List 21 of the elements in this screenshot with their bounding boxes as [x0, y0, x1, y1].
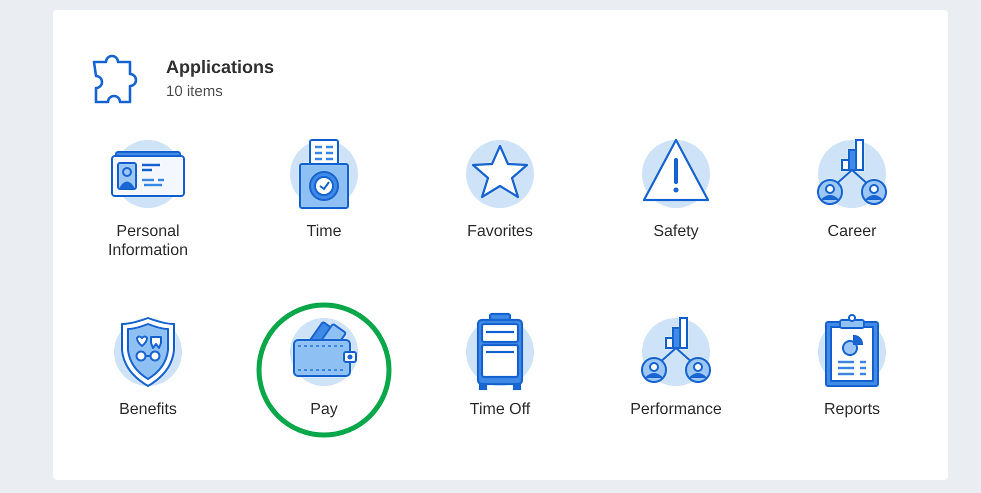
app-label: Personal Information: [106, 222, 190, 260]
app-label: Pay: [309, 400, 339, 419]
app-label: Time Off: [468, 400, 532, 419]
app-label: Time: [306, 222, 342, 241]
item-count: 10 items: [166, 83, 224, 100]
app-label: Career: [826, 222, 878, 241]
app-label: Reports: [822, 400, 882, 419]
app-tile[interactable]: Time Off: [440, 312, 560, 419]
app-tile[interactable]: Safety: [616, 134, 736, 241]
app-label: Benefits: [118, 400, 178, 419]
app-tile[interactable]: Performance: [616, 312, 736, 419]
app-tile[interactable]: Benefits: [88, 312, 208, 419]
app-tile[interactable]: Reports: [792, 312, 912, 419]
app-label: Favorites: [466, 222, 534, 241]
app-label: Safety: [652, 222, 700, 241]
panel-title: Applications: [166, 57, 274, 78]
app-tile[interactable]: Personal Information: [88, 134, 208, 260]
app-label: Performance: [629, 400, 723, 419]
app-tile[interactable]: Career: [792, 134, 912, 241]
app-tile[interactable]: Time: [264, 134, 384, 241]
app-tile[interactable]: Favorites: [440, 134, 560, 241]
